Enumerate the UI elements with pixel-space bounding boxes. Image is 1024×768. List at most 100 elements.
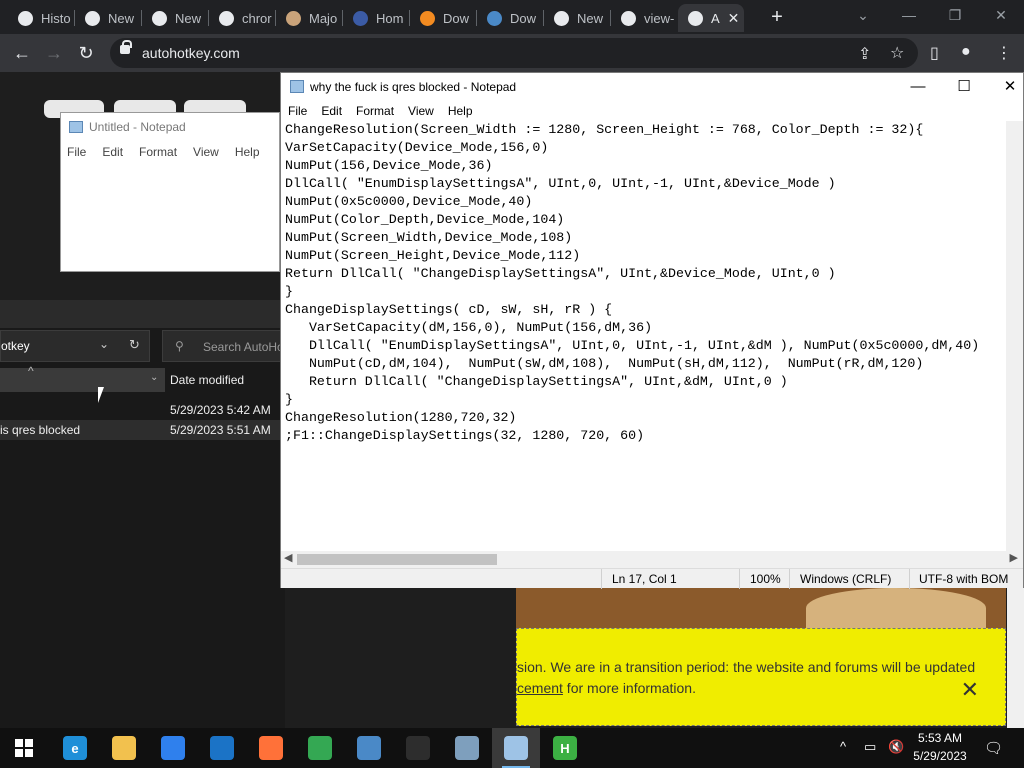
profile-icon[interactable]: ● [961, 43, 971, 61]
taskbar-notepad[interactable] [492, 728, 540, 768]
explorer-address-bar[interactable]: otkey ⌄ ↻ [0, 330, 150, 362]
bookmark-star-icon[interactable]: ☆ [890, 43, 904, 63]
tab-0[interactable]: Histo [8, 4, 75, 32]
scroll-thumb[interactable] [297, 554, 497, 565]
announcement-banner: sion. We are in a transition period: the… [516, 628, 1006, 726]
back-button[interactable]: ← [10, 42, 34, 64]
vertical-scrollbar[interactable] [1006, 121, 1023, 551]
text-editor[interactable]: ChangeResolution(Screen_Width := 1280, S… [281, 121, 1006, 551]
reload-button[interactable]: ↻ [74, 42, 98, 64]
address-bar[interactable]: autohotkey.com ⇪ ☆ [110, 38, 918, 68]
background-photo [516, 588, 1006, 628]
new-tab-button[interactable]: + [766, 6, 788, 28]
close-button[interactable]: ✕ [987, 73, 1024, 101]
scroll-left-icon[interactable]: ◀ [284, 551, 292, 564]
network-icon[interactable]: ▭ [864, 739, 876, 755]
menu-file[interactable]: File [281, 101, 314, 121]
tab-1[interactable]: New [75, 4, 142, 32]
tab-6[interactable]: Dow [410, 4, 477, 32]
menu-view[interactable]: View [401, 101, 441, 121]
tab-label: A [711, 10, 720, 26]
volume-icon[interactable]: 🔇 [888, 739, 904, 755]
search-icon: ⚲ [175, 339, 184, 353]
code-line: NumPut(0x5c0000,Device_Mode,40) [285, 194, 533, 209]
restore-browser-button[interactable]: ❐ [932, 4, 978, 26]
chrome-icon [152, 10, 167, 26]
menu-edit[interactable]: Edit [314, 101, 349, 121]
menu-view[interactable]: View [193, 145, 219, 159]
menu-help[interactable]: Help [441, 101, 480, 121]
tab-label: New [108, 10, 135, 26]
menu-file[interactable]: File [67, 145, 86, 159]
close-banner-icon[interactable]: ✕ [961, 677, 979, 703]
horizontal-scrollbar[interactable]: ◀ ▶ [281, 551, 1023, 568]
tab-search-icon[interactable]: ⌄ [840, 4, 886, 26]
side-panel-icon[interactable]: ▯ [930, 43, 939, 63]
taskbar-terminal[interactable] [394, 728, 442, 768]
close-tab-icon[interactable]: ✕ [728, 10, 740, 27]
taskbar-control-panel[interactable] [443, 728, 491, 768]
date-modified-header[interactable]: Date modified [170, 373, 244, 387]
tab-label: New [577, 10, 604, 26]
file-row[interactable]: is qres blocked 5/29/2023 5:51 AM [0, 420, 285, 440]
tab-3[interactable]: chror [209, 4, 276, 32]
file-name: is qres blocked [0, 423, 81, 437]
explorer-search-box[interactable]: ⚲ Search AutoHo [162, 330, 285, 362]
refresh-icon[interactable]: ↻ [129, 337, 140, 353]
mail-icon [210, 736, 234, 760]
avatar-icon [286, 10, 301, 26]
announcement-link[interactable]: cement [517, 680, 563, 696]
taskbar: e H ^ ▭ 🔇 5:53 AM 5/29/2023 🗨 [0, 728, 1024, 768]
start-button[interactable] [0, 728, 48, 768]
code-line: NumPut(Color_Depth,Device_Mode,104) [285, 212, 565, 227]
minimize-browser-button[interactable]: — [886, 4, 932, 26]
page-scrollbar[interactable] [1007, 588, 1024, 728]
tab-2[interactable]: New [142, 4, 209, 32]
menu-format[interactable]: Format [349, 101, 401, 121]
tab-8[interactable]: New [544, 4, 611, 32]
file-date: 5/29/2023 5:51 AM [170, 423, 271, 437]
notepad-window[interactable]: why the fuck is qres blocked - Notepad —… [280, 72, 1024, 589]
code-line: NumPut(cD,dM,104), NumPut(sW,dM,108), Nu… [285, 356, 924, 371]
code-line: DllCall( "EnumDisplaySettingsA", UInt,0,… [285, 338, 980, 353]
tab-label: Dow [510, 10, 537, 26]
taskbar-firefox[interactable] [247, 728, 295, 768]
forward-button[interactable]: → [42, 42, 66, 64]
tab-4[interactable]: Majo [276, 4, 343, 32]
search-placeholder: Search AutoHo [203, 340, 284, 354]
untitled-notepad-window[interactable]: Untitled - Notepad File Edit Format View… [60, 112, 280, 272]
tab-5[interactable]: Hom [343, 4, 410, 32]
name-column-header[interactable]: ^ ⌄ [0, 364, 165, 392]
file-row[interactable]: 5/29/2023 5:42 AM [0, 400, 285, 420]
chevron-down-icon[interactable]: ⌄ [150, 372, 158, 383]
share-icon[interactable]: ⇪ [858, 44, 871, 64]
taskbar-store[interactable] [149, 728, 197, 768]
taskbar-chrome[interactable] [296, 728, 344, 768]
notification-icon[interactable]: 🗨 [984, 739, 1003, 757]
tab-9[interactable]: view- [611, 4, 678, 32]
maximize-button[interactable]: ☐ [941, 73, 987, 101]
clock-date[interactable]: 5/29/2023 [912, 749, 968, 763]
menu-format[interactable]: Format [139, 145, 177, 159]
menu-kebab-icon[interactable]: ⋮ [996, 43, 1012, 63]
taskbar-python[interactable] [345, 728, 393, 768]
site-icon [420, 10, 435, 26]
chrome-icon [85, 10, 100, 26]
taskbar-file-explorer[interactable] [100, 728, 148, 768]
taskbar-mail[interactable] [198, 728, 246, 768]
tab-7[interactable]: Dow [477, 4, 544, 32]
chevron-up-icon[interactable]: ^ [840, 739, 846, 754]
clock-time[interactable]: 5:53 AM [912, 731, 968, 745]
taskbar-autohotkey[interactable]: H [541, 728, 589, 768]
menu-bar: File Edit Format View Help [281, 101, 1023, 121]
menu-edit[interactable]: Edit [102, 145, 123, 159]
tab-10[interactable]: A ✕ [678, 4, 744, 32]
menu-help[interactable]: Help [235, 145, 260, 159]
close-browser-button[interactable]: ✕ [978, 4, 1024, 26]
taskbar-edge[interactable]: e [51, 728, 99, 768]
minimize-button[interactable]: — [895, 73, 941, 101]
chevron-down-icon[interactable]: ⌄ [99, 337, 109, 351]
scroll-right-icon[interactable]: ▶ [1010, 551, 1018, 564]
title-bar[interactable]: why the fuck is qres blocked - Notepad —… [281, 73, 1023, 101]
code-line: } [285, 284, 293, 299]
